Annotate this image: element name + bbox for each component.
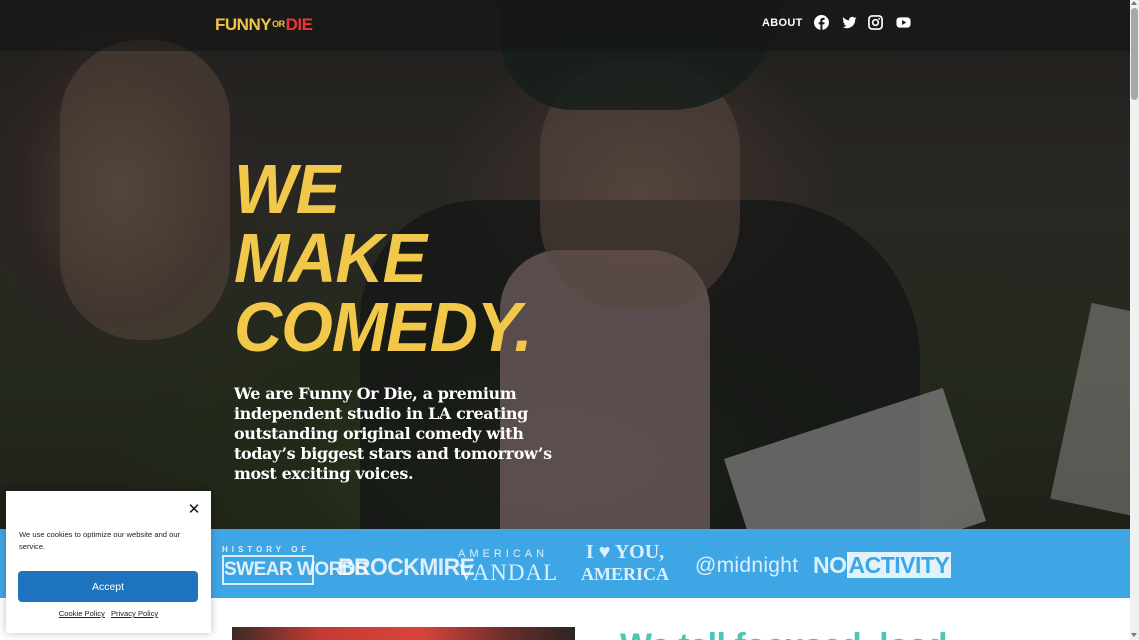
logo-funny: FUNNY bbox=[215, 15, 272, 34]
scrollbar-thumb[interactable] bbox=[1131, 8, 1138, 100]
accept-cookies-button[interactable]: Accept bbox=[18, 571, 198, 602]
hero-headline: WE MAKE COMEDY. bbox=[234, 150, 547, 366]
show-midnight[interactable]: @midnight bbox=[695, 554, 798, 578]
section-title: We tell focused, load bbox=[620, 626, 947, 640]
instagram-icon[interactable] bbox=[868, 15, 883, 30]
logo-or: OR bbox=[272, 19, 285, 29]
cookie-policy-link[interactable]: Cookie Policy bbox=[59, 609, 105, 618]
show-no-activity[interactable]: NOACTIVITY bbox=[813, 552, 952, 579]
cookie-links: Cookie Policy Privacy Policy bbox=[6, 609, 211, 618]
facebook-icon[interactable] bbox=[814, 15, 829, 30]
headline-line-2: MAKE bbox=[234, 219, 427, 297]
scroll-up-arrow-icon[interactable] bbox=[1131, 1, 1137, 5]
featured-image[interactable] bbox=[232, 627, 575, 640]
show-history-of-swear-words[interactable]: HISTORY OF SWEAR WORDS bbox=[222, 545, 368, 586]
headline-line-3: COMEDY. bbox=[234, 288, 533, 366]
swear-words-bottom: SWEAR WORDS bbox=[222, 555, 368, 585]
america-top: I ♥ YOU, bbox=[585, 541, 665, 563]
scroll-down-arrow-icon[interactable] bbox=[1131, 633, 1137, 637]
vandal-bottom: VANDAL bbox=[458, 560, 559, 585]
logo-die: DIE bbox=[285, 15, 313, 34]
page-scrollbar[interactable] bbox=[1130, 0, 1139, 640]
cookie-message: We use cookies to optimize our website a… bbox=[19, 530, 181, 551]
no-activity-no: NO bbox=[813, 552, 847, 578]
page: FUNNYORDIE ABOUT WE MAKE COMEDY. We are … bbox=[0, 0, 1139, 640]
hero-background-image bbox=[0, 0, 1130, 529]
privacy-policy-link[interactable]: Privacy Policy bbox=[111, 609, 158, 618]
twitter-icon[interactable] bbox=[842, 15, 857, 30]
swear-words-top: HISTORY OF bbox=[222, 545, 311, 554]
hero-intro-text: We are Funny Or Die, a premium independe… bbox=[234, 384, 552, 483]
show-brockmire[interactable]: BROCKMIRE bbox=[338, 554, 475, 582]
headline-line-1: WE bbox=[234, 150, 340, 228]
no-activity-activity: ACTIVITY bbox=[846, 552, 952, 578]
youtube-icon[interactable] bbox=[896, 15, 911, 30]
cookie-banner: ✕ We use cookies to optimize our website… bbox=[6, 491, 211, 633]
close-icon[interactable]: ✕ bbox=[187, 502, 201, 517]
funny-or-die-logo[interactable]: FUNNYORDIE bbox=[215, 15, 313, 37]
site-header: FUNNYORDIE ABOUT bbox=[0, 0, 1130, 51]
america-bottom: AMERICA bbox=[581, 564, 669, 584]
nav-about-link[interactable]: ABOUT bbox=[762, 17, 803, 29]
show-american-vandal[interactable]: AMERICAN VANDAL bbox=[458, 548, 559, 585]
hero-overlay bbox=[0, 0, 1130, 529]
show-i-love-you-america[interactable]: I ♥ YOU, AMERICA bbox=[577, 540, 673, 584]
